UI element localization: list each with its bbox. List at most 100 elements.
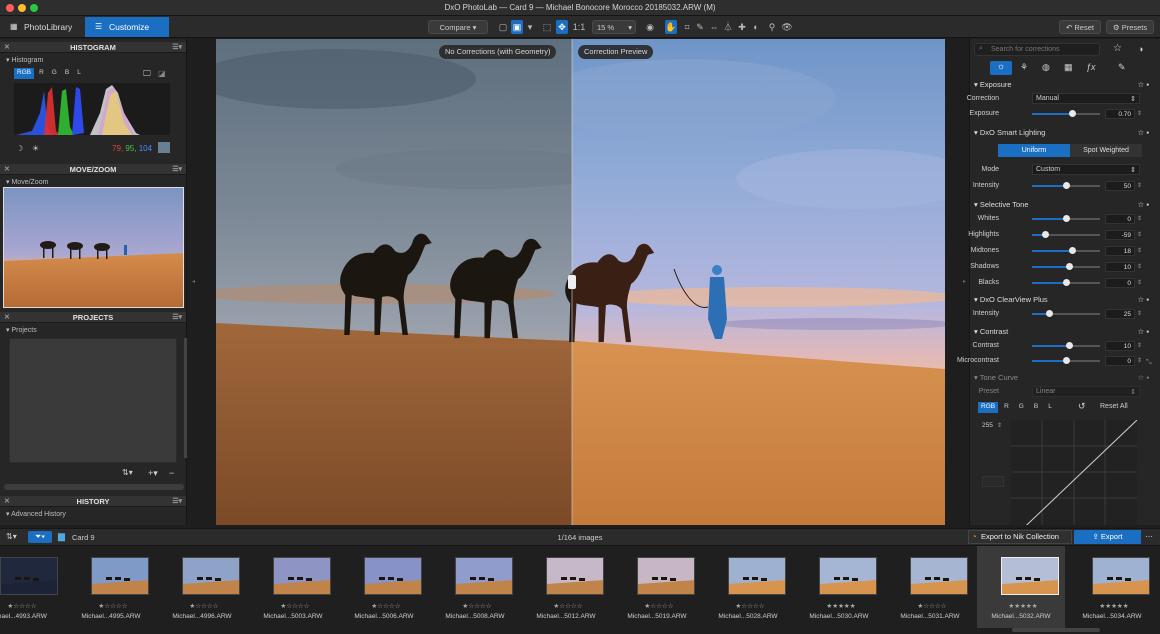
slider-knob[interactable] xyxy=(1062,357,1070,364)
tone-value[interactable]: 10 xyxy=(1105,262,1135,272)
curve-input-field[interactable] xyxy=(982,476,1004,487)
fit-icon[interactable]: ⬚ xyxy=(541,20,553,34)
compare-button[interactable]: Compare ▾ xyxy=(428,20,488,34)
rating-stars[interactable]: ★★★★★ xyxy=(799,602,883,610)
export-button[interactable]: ⇪ Export xyxy=(1074,530,1141,544)
projects-hscroll[interactable] xyxy=(4,484,184,490)
ratio-button[interactable]: 1:1 xyxy=(571,20,587,34)
rating-stars[interactable]: ★☆☆☆☆ xyxy=(890,602,974,610)
slider-knob[interactable] xyxy=(1068,247,1076,254)
rating-stars[interactable]: ★☆☆☆☆ xyxy=(708,602,792,610)
rating-stars[interactable]: ★☆☆☆☆ xyxy=(253,602,337,610)
slider-knob[interactable] xyxy=(1045,310,1053,317)
thumbnail[interactable]: ★★★★★ Michael...5032.ARW xyxy=(977,546,1065,628)
thumbnail[interactable]: ★☆☆☆☆ Michael...5031.ARW xyxy=(886,546,974,628)
thumbnail[interactable]: ★★★★★ Michael...5030.ARW xyxy=(795,546,883,628)
smart-intensity-value[interactable]: 50 xyxy=(1105,181,1135,191)
rating-stars[interactable]: ★☆☆☆☆ xyxy=(162,602,246,610)
microcontrast-value[interactable]: 0 xyxy=(1105,356,1135,366)
history-header[interactable]: ✕ HISTORY ☰▾ xyxy=(0,496,186,507)
image-viewer[interactable]: No Corrections (with Geometry) Correctio… xyxy=(216,39,945,525)
projects-list[interactable] xyxy=(9,338,177,463)
clearview-header[interactable]: ▾ DxO ClearView Plus ☆ ▪ xyxy=(974,295,1157,304)
thumbnail[interactable]: ★★★★★ Michael...5034.ARW xyxy=(1068,546,1156,628)
monitor-icon[interactable]: 🖵 xyxy=(143,69,151,79)
curve-channel-g[interactable]: G xyxy=(1015,402,1028,413)
color-tab-icon[interactable]: ⚘ xyxy=(1020,62,1028,73)
rating-stars[interactable]: ★☆☆☆☆ xyxy=(344,602,428,610)
correction-select[interactable]: Manual ⇕ xyxy=(1032,93,1140,104)
stepper-icon[interactable]: ⇕ xyxy=(1137,310,1142,317)
exposure-value[interactable]: 0.70 xyxy=(1105,109,1135,119)
thumbnail[interactable]: ★☆☆☆☆ ichael...4993.ARW xyxy=(0,546,64,628)
histogram-header[interactable]: ✕ HISTOGRAM ☰▾ xyxy=(0,42,186,53)
export-nik-button[interactable]: ◔ Export to Nik Collection xyxy=(968,530,1072,544)
stepper-icon[interactable]: ⇕ xyxy=(1137,342,1142,349)
collapse-right-icon[interactable]: ▸ xyxy=(963,278,966,285)
slider-knob[interactable] xyxy=(1062,215,1070,222)
favorite-icon[interactable]: ☆ xyxy=(1113,43,1122,54)
stepper-icon[interactable]: ⇕ xyxy=(1137,182,1142,189)
brush-tab-icon[interactable]: ✎ xyxy=(1118,62,1126,73)
thumbnail[interactable]: ★☆☆☆☆ Michael...4995.ARW xyxy=(67,546,155,628)
detail-tab-icon[interactable]: ◍ xyxy=(1042,62,1050,73)
search-input[interactable]: ⌕ Search for corrections xyxy=(974,43,1100,56)
close-icon[interactable]: ✕ xyxy=(4,164,10,175)
perspective-icon[interactable]: ⏃ xyxy=(722,20,734,34)
projects-header[interactable]: ✕ PROJECTS ☰▾ xyxy=(0,312,186,323)
rating-stars[interactable]: ★☆☆☆☆ xyxy=(435,602,519,610)
rating-stars[interactable]: ★★★★★ xyxy=(981,602,1065,610)
rating-stars[interactable]: ★★★★★ xyxy=(1072,602,1156,610)
reset-all-button[interactable]: Reset All xyxy=(1100,403,1128,410)
rating-stars[interactable]: ★☆☆☆☆ xyxy=(71,602,155,610)
tab-customize[interactable]: ☰ Customize xyxy=(85,17,169,37)
remove-project-icon[interactable]: − xyxy=(169,468,174,478)
slider-knob[interactable] xyxy=(1065,263,1073,270)
rating-stars[interactable]: ★☆☆☆☆ xyxy=(617,602,701,610)
rating-stars[interactable]: ★☆☆☆☆ xyxy=(526,602,610,610)
thumbnail[interactable]: ★☆☆☆☆ Michael...5008.ARW xyxy=(431,546,519,628)
stepper-icon[interactable]: ⇕ xyxy=(1137,279,1142,286)
crop-icon[interactable]: ⌗ xyxy=(681,20,693,34)
rating-stars[interactable]: ★☆☆☆☆ xyxy=(0,602,64,610)
repair-icon[interactable]: ✚ xyxy=(736,20,748,34)
tone-value[interactable]: 18 xyxy=(1105,246,1135,256)
curve-channel-r[interactable]: R xyxy=(1000,402,1013,413)
resize-icon[interactable]: ⤡ xyxy=(1146,359,1152,367)
slider-knob[interactable] xyxy=(1042,231,1050,238)
panel-menu-icon[interactable]: ☰▾ xyxy=(172,312,182,323)
view-dropdown-icon[interactable]: ▾ xyxy=(524,20,536,34)
eyedropper-icon[interactable]: ✎ xyxy=(694,20,706,34)
more-icon[interactable]: ⋯ xyxy=(1145,532,1153,541)
slider-knob[interactable] xyxy=(1069,110,1077,117)
stepper-icon[interactable]: ⇕ xyxy=(1137,357,1142,364)
split-view-icon[interactable]: ▣ xyxy=(511,20,523,34)
mode-select[interactable]: Custom ⇕ xyxy=(1032,164,1140,175)
exposure-section-header[interactable]: ▾ Exposure ☆ ▪ xyxy=(974,80,1157,89)
stepper-icon[interactable]: ⇕ xyxy=(997,422,1002,429)
contrast-header[interactable]: ▾ Contrast ☆ ▪ xyxy=(974,327,1157,336)
curve-channel-l[interactable]: L xyxy=(1044,402,1056,413)
clearview-intensity-value[interactable]: 25 xyxy=(1105,309,1135,319)
thumbnail[interactable]: ★☆☆☆☆ Michael...4996.ARW xyxy=(158,546,246,628)
panel-menu-icon[interactable]: ☰▾ xyxy=(172,496,182,507)
geometry-tab-icon[interactable]: ▦ xyxy=(1064,62,1073,73)
channel-l[interactable]: L xyxy=(74,68,84,79)
filmstrip-scrollbar[interactable] xyxy=(1012,628,1100,632)
eye-icon[interactable]: 👁 xyxy=(781,20,793,34)
uniform-button[interactable]: Uniform xyxy=(998,144,1070,157)
close-icon[interactable]: ✕ xyxy=(4,496,10,507)
tone-value[interactable]: 0 xyxy=(1105,278,1135,288)
sort-icon[interactable]: ⇅▾ xyxy=(122,468,133,477)
channel-r[interactable]: R xyxy=(36,68,47,79)
slider-track[interactable] xyxy=(1032,250,1100,252)
movezoom-header[interactable]: ✕ MOVE/ZOOM ☰▾ xyxy=(0,164,186,175)
fx-tab-icon[interactable]: ƒx xyxy=(1086,62,1096,72)
tone-value[interactable]: -59 xyxy=(1105,230,1135,240)
stepper-icon[interactable]: ⇕ xyxy=(1137,247,1142,254)
spot-weighted-button[interactable]: Spot Weighted xyxy=(1070,144,1142,157)
hand-icon[interactable]: ✋ xyxy=(665,20,677,34)
tone-curve-header[interactable]: ▾ Tone Curve ☆ ▪ xyxy=(974,373,1157,382)
tab-photolibrary[interactable]: ▦ PhotoLibrary xyxy=(0,17,84,37)
curve-channel-b[interactable]: B xyxy=(1030,402,1042,413)
